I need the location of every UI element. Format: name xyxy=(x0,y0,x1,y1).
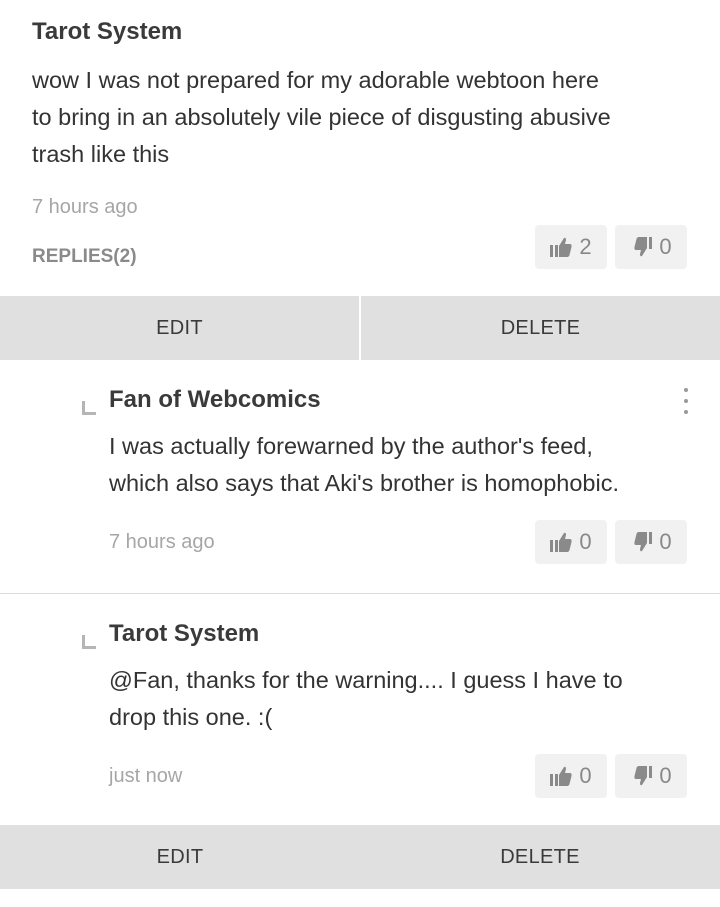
replies-link[interactable]: REPLIES(2) xyxy=(32,246,137,268)
reply-action-bar: EDIT DELETE xyxy=(0,825,720,889)
delete-button[interactable]: DELETE xyxy=(361,296,720,360)
like-button[interactable]: 0 xyxy=(535,520,607,564)
reply-divider xyxy=(0,593,720,594)
like-button[interactable]: 0 xyxy=(535,754,607,798)
more-vertical-icon[interactable] xyxy=(683,388,689,414)
edit-button[interactable]: EDIT xyxy=(0,296,359,360)
dislike-count: 0 xyxy=(659,529,672,554)
dislike-button[interactable]: 0 xyxy=(615,520,687,564)
like-count: 0 xyxy=(579,763,592,788)
comment-text: wow I was not prepared for my adorable w… xyxy=(32,62,611,173)
thumbs-up-icon xyxy=(550,532,572,552)
reply-text-line: I was actually forewarned by the author'… xyxy=(109,433,593,459)
reply-author[interactable]: Fan of Webcomics xyxy=(109,386,321,414)
reply-text: I was actually forewarned by the author'… xyxy=(109,428,619,502)
reply-timestamp: just now xyxy=(109,765,183,787)
like-count: 2 xyxy=(579,234,592,259)
comment-timestamp: 7 hours ago xyxy=(32,196,138,218)
dislike-count: 0 xyxy=(659,234,672,259)
comment-text-line: to bring in an absolutely vile piece of … xyxy=(32,104,611,130)
dislike-button[interactable]: 0 xyxy=(615,225,687,269)
reply-text-line: drop this one. :( xyxy=(109,704,273,730)
comment-text-line: wow I was not prepared for my adorable w… xyxy=(32,67,599,93)
reply-author[interactable]: Tarot System xyxy=(109,620,259,648)
thumbs-up-icon xyxy=(550,766,572,786)
reply-corner-icon xyxy=(82,635,96,649)
reply-corner-icon xyxy=(82,401,96,415)
reply-text: @Fan, thanks for the warning.... I guess… xyxy=(109,662,623,736)
thumbs-up-icon xyxy=(550,237,572,257)
comment-text-line: trash like this xyxy=(32,141,170,167)
comment-action-bar: EDIT DELETE xyxy=(0,296,720,360)
dislike-count: 0 xyxy=(659,763,672,788)
thumbs-down-icon xyxy=(634,766,653,786)
delete-button[interactable]: DELETE xyxy=(360,825,720,889)
like-count: 0 xyxy=(579,529,592,554)
comment-author[interactable]: Tarot System xyxy=(32,18,182,46)
thumbs-down-icon xyxy=(634,237,653,257)
thumbs-down-icon xyxy=(634,532,653,552)
edit-button[interactable]: EDIT xyxy=(0,825,360,889)
reply-text-line: which also says that Aki's brother is ho… xyxy=(109,470,619,496)
reply-text-line: @Fan, thanks for the warning.... I guess… xyxy=(109,667,623,693)
reply-timestamp: 7 hours ago xyxy=(109,531,215,553)
dislike-button[interactable]: 0 xyxy=(615,754,687,798)
like-button[interactable]: 2 xyxy=(535,225,607,269)
